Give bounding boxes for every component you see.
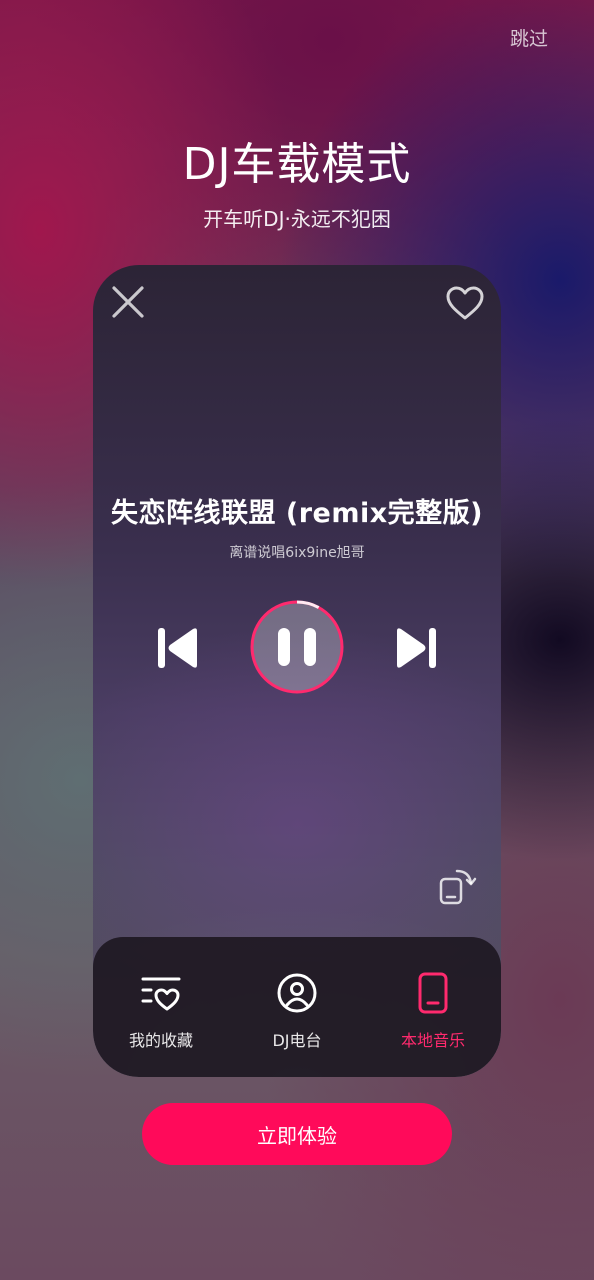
tab-dj-radio-label: DJ电台	[272, 1031, 322, 1050]
heart-icon[interactable]	[445, 285, 485, 321]
pause-button[interactable]	[249, 599, 345, 695]
page-title: DJ车载模式	[182, 139, 412, 190]
song-artist: 离谱说唱6ix9ine旭哥	[229, 545, 365, 561]
song-title: 失恋阵线联盟 (remix完整版)	[110, 498, 483, 529]
tab-dj-radio[interactable]: DJ电台	[229, 937, 365, 1077]
phone-icon	[418, 972, 448, 1014]
tab-favorites[interactable]: 我的收藏	[93, 937, 229, 1077]
radio-icon	[277, 973, 317, 1013]
tab-favorites-label: 我的收藏	[128, 1031, 193, 1050]
tab-local-music-label: 本地音乐	[400, 1031, 465, 1050]
previous-track-icon[interactable]	[155, 625, 201, 671]
rotate-screen-icon[interactable]	[437, 867, 477, 907]
car-mode-preview-card: 失恋阵线联盟 (remix完整版) 离谱说唱6ix9ine旭哥 我的收藏 DJ电…	[93, 265, 501, 1077]
bottom-tab-bar: 我的收藏 DJ电台 本地音乐	[93, 937, 501, 1077]
try-now-button[interactable]: 立即体验	[142, 1103, 452, 1165]
next-track-icon[interactable]	[393, 625, 439, 671]
page-subtitle: 开车听DJ·永远不犯困	[203, 207, 391, 231]
close-icon[interactable]	[111, 285, 145, 319]
skip-button[interactable]: 跳过	[510, 24, 548, 51]
tab-local-music[interactable]: 本地音乐	[365, 937, 501, 1077]
favorites-list-icon	[141, 977, 181, 1011]
